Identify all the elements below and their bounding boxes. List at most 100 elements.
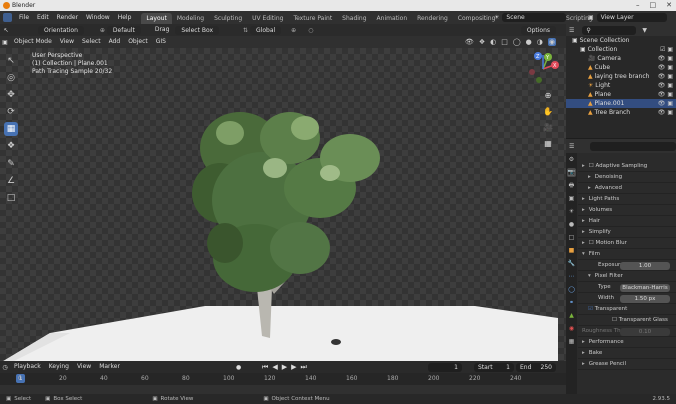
playback-menu[interactable]: Playback bbox=[10, 361, 45, 373]
xray-icon[interactable]: □ bbox=[501, 38, 508, 46]
viewport-menu-object[interactable]: Object bbox=[124, 36, 152, 48]
prev-key-icon[interactable]: ◀ bbox=[272, 363, 277, 371]
transparent-checkbox[interactable]: ☑ bbox=[588, 306, 595, 312]
view-layer-tab-icon[interactable]: ▣ bbox=[567, 194, 576, 203]
panel-grease-pencil[interactable]: ▸ Grease Pencil bbox=[578, 359, 676, 370]
visibility-toggle-icon[interactable]: 👁 ▣ bbox=[658, 72, 673, 81]
options-dropdown[interactable]: Options bbox=[520, 25, 556, 35]
object-mode-dropdown[interactable]: Object Mode bbox=[10, 36, 56, 48]
gizmo-toggle-icon[interactable]: ❖ bbox=[479, 38, 485, 46]
tab-animation[interactable]: Animation bbox=[372, 13, 413, 24]
move-tool-icon[interactable]: ✥ bbox=[4, 88, 18, 102]
viewport-menu-view[interactable]: View bbox=[56, 36, 78, 48]
jump-start-icon[interactable]: ⏮ bbox=[262, 363, 268, 372]
marker-menu[interactable]: Marker bbox=[95, 361, 124, 373]
add-cube-tool-icon[interactable]: □ bbox=[4, 191, 18, 205]
menu-render[interactable]: Render bbox=[53, 11, 82, 24]
visibility-toggle-icon[interactable]: 👁 ▣ bbox=[658, 108, 673, 117]
tab-rendering[interactable]: Rendering bbox=[412, 13, 453, 24]
outliner-item-camera[interactable]: 🎥 Camera 👁 ▣ bbox=[566, 54, 676, 63]
world-tab-icon[interactable]: ● bbox=[567, 220, 576, 229]
drag-dropdown[interactable]: Select Box bbox=[175, 25, 219, 35]
material-tab-icon[interactable]: ◉ bbox=[567, 324, 576, 333]
outliner-item-plane-001[interactable]: ▲ Plane.001 👁 ▣ bbox=[566, 99, 676, 108]
exposure-field[interactable]: 1.00 bbox=[620, 262, 670, 270]
panel-adaptive-sampling[interactable]: ▸ ☐ Adaptive Sampling bbox=[578, 161, 676, 172]
collection-tab-icon[interactable]: □ bbox=[567, 233, 576, 242]
outliner-item-light[interactable]: ☀ Light 👁 ▣ bbox=[566, 81, 676, 90]
keying-menu[interactable]: Keying bbox=[45, 361, 73, 373]
transparent-checkbox-row[interactable]: ☑ Transparent bbox=[578, 304, 676, 315]
panel-simplify[interactable]: ▸ Simplify bbox=[578, 227, 676, 238]
visibility-toggle-icon[interactable]: 👁 ▣ bbox=[658, 99, 673, 108]
output-tab-icon[interactable]: 🖶 bbox=[567, 181, 576, 190]
frame-ruler[interactable]: 1 0 20 40 60 80 100 120 140 160 180 200 220 240 bbox=[0, 373, 566, 384]
cursor-tool-icon[interactable]: ◎ bbox=[4, 71, 18, 85]
tab-shading[interactable]: Shading bbox=[337, 13, 371, 24]
minimize-button[interactable]: – bbox=[636, 1, 640, 9]
outliner-item-laying-tree-branch[interactable]: ▲ laying tree branch 👁 ▣ bbox=[566, 72, 676, 81]
outliner-item-tree-branch[interactable]: ▲ Tree Branch 👁 ▣ bbox=[566, 108, 676, 117]
timeline-view-menu[interactable]: View bbox=[73, 361, 95, 373]
outliner-search[interactable]: ⚲ bbox=[582, 25, 637, 35]
menu-help[interactable]: Help bbox=[114, 11, 136, 24]
perspective-toggle-icon[interactable]: ▦ bbox=[542, 138, 554, 150]
properties-search[interactable] bbox=[590, 141, 676, 151]
wireframe-shading-icon[interactable]: ◯ bbox=[513, 38, 521, 46]
blender-menu-icon[interactable] bbox=[3, 13, 12, 22]
collection-row[interactable]: ▣ Collection ☑ ▣ bbox=[566, 45, 676, 54]
texture-tab-icon[interactable]: ▦ bbox=[567, 337, 576, 346]
annotate-tool-icon[interactable]: ✎ bbox=[4, 157, 18, 171]
panel-pixel-filter[interactable]: ▾ Pixel Filter bbox=[578, 271, 676, 282]
filter-icon[interactable]: ▼ bbox=[642, 27, 647, 34]
collection-visibility-icons[interactable]: ☑ ▣ bbox=[660, 45, 673, 54]
scale-tool-icon[interactable]: ▦ bbox=[4, 122, 18, 136]
visibility-toggle-icon[interactable]: 👁 ▣ bbox=[658, 81, 673, 90]
transparent-glass-checkbox[interactable]: ☐ bbox=[612, 317, 619, 323]
panel-light-paths[interactable]: ▸ Light Paths bbox=[578, 194, 676, 205]
material-shading-icon[interactable]: ◑ bbox=[537, 38, 543, 46]
outliner-editor-icon[interactable]: ☰ bbox=[569, 27, 574, 34]
global-dropdown[interactable]: Global bbox=[250, 25, 282, 35]
visibility-icon[interactable]: 👁 bbox=[465, 38, 474, 46]
record-icon[interactable]: ● bbox=[236, 364, 241, 371]
panel-performance[interactable]: ▸ Performance bbox=[578, 337, 676, 348]
jump-end-icon[interactable]: ⏭ bbox=[300, 363, 306, 372]
rotate-tool-icon[interactable]: ⟳ bbox=[4, 105, 18, 119]
overlay-toggle-icon[interactable]: ◐ bbox=[490, 38, 496, 46]
scene-field[interactable]: Scene bbox=[502, 13, 567, 22]
end-frame-field[interactable]: End 250 bbox=[516, 362, 556, 372]
visibility-toggle-icon[interactable]: 👁 ▣ bbox=[658, 54, 673, 63]
view-layer-field[interactable]: View Layer bbox=[596, 13, 667, 22]
select-tool-icon[interactable]: ↖ bbox=[0, 27, 12, 34]
scene-collection-row[interactable]: ▣ Scene Collection bbox=[566, 36, 676, 45]
timeline-editor-icon[interactable]: ◷ bbox=[0, 364, 10, 371]
viewport-menu-select[interactable]: Select bbox=[78, 36, 105, 48]
start-frame-field[interactable]: Start 1 bbox=[474, 362, 514, 372]
data-tab-icon[interactable]: ▲ bbox=[567, 311, 576, 320]
menu-window[interactable]: Window bbox=[82, 11, 114, 24]
solid-shading-icon[interactable]: ● bbox=[526, 38, 532, 46]
panel-bake[interactable]: ▸ Bake bbox=[578, 348, 676, 359]
panel-film[interactable]: ▾ Film bbox=[578, 249, 676, 260]
roughness-field[interactable]: 0.10 bbox=[620, 328, 670, 336]
render-tab-icon[interactable]: 📷 bbox=[567, 168, 576, 177]
tab-uv-editing[interactable]: UV Editing bbox=[247, 13, 288, 24]
object-tab-icon[interactable]: ■ bbox=[567, 246, 576, 255]
physics-tab-icon[interactable]: ◯ bbox=[567, 285, 576, 294]
pan-hand-icon[interactable]: ✋ bbox=[542, 106, 554, 118]
play-icon[interactable]: ▶ bbox=[282, 363, 287, 371]
visibility-toggle-icon[interactable]: 👁 ▣ bbox=[658, 90, 673, 99]
camera-view-icon[interactable]: 🎥 bbox=[542, 122, 554, 134]
filter-width-field[interactable]: 1.50 px bbox=[620, 295, 670, 303]
next-key-icon[interactable]: ▶ bbox=[291, 363, 296, 371]
tab-modeling[interactable]: Modeling bbox=[172, 13, 209, 24]
current-frame-field[interactable]: 1 bbox=[428, 362, 462, 372]
viewport-menu-add[interactable]: Add bbox=[105, 36, 125, 48]
3d-viewport[interactable]: User Perspective (1) Collection | Plane.… bbox=[0, 48, 566, 361]
menu-file[interactable]: File bbox=[15, 11, 33, 24]
outliner-item-cube[interactable]: ▲ Cube 👁 ▣ bbox=[566, 63, 676, 72]
editor-type-icon[interactable]: ▣ bbox=[0, 39, 10, 46]
transform-pivot-icon[interactable]: ⇅ bbox=[243, 27, 248, 34]
select-box-tool-icon[interactable]: ↖ bbox=[4, 54, 18, 68]
